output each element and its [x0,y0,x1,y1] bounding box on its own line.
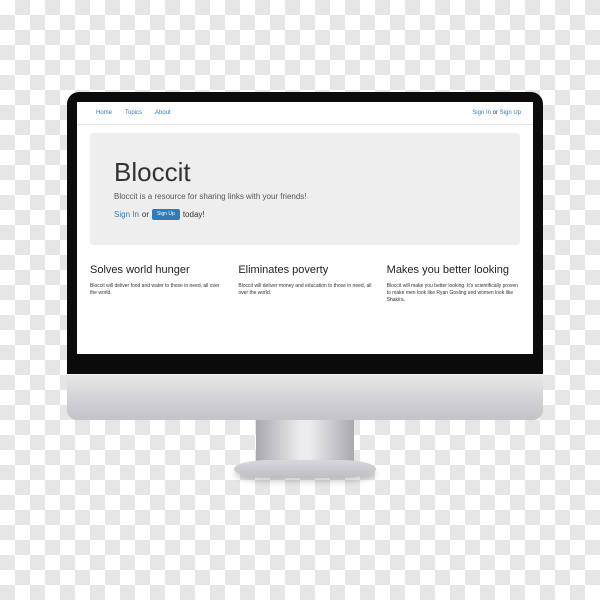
cta-or-text: or [141,210,150,219]
nav-sign-up-link[interactable]: Sign Up [500,110,521,116]
nav-topics-link[interactable]: Topics [125,110,142,116]
feature-columns: Solves world hunger Bloccit will deliver… [90,264,520,304]
cta-today-text: today! [182,210,205,219]
cta-sign-up-button[interactable]: Sign Up [152,209,180,220]
monitor-stand-base [234,460,376,478]
nav-or-text: or [492,110,498,116]
nav-auth: Sign In or Sign Up [472,110,521,116]
feature-text: Bloccit will make you better looking. It… [386,283,518,303]
nav-about-link[interactable]: About [155,110,171,116]
site-tagline: Bloccit is a resource for sharing links … [114,192,307,201]
feature-title: Makes you better looking [386,264,509,276]
top-navbar: Home Topics About Sign In or Sign Up [77,102,533,125]
feature-title: Eliminates poverty [238,264,329,276]
signup-cta: Sign In or Sign Up today! [114,209,205,220]
nav-sign-in-link[interactable]: Sign In [472,110,491,116]
feature-column: Makes you better looking Bloccit will ma… [387,264,520,304]
jumbotron: Bloccit Bloccit is a resource for sharin… [90,133,520,245]
feature-text: Bloccit will deliver food and water to t… [90,283,220,296]
site-title: Bloccit [114,157,191,187]
nav-links: Home Topics About [96,110,171,116]
feature-text: Bloccit will deliver money and education… [238,283,372,296]
feature-column: Solves world hunger Bloccit will deliver… [90,264,223,304]
monitor-screen: Home Topics About Sign In or Sign Up Blo… [77,102,533,354]
nav-home-link[interactable]: Home [96,110,112,116]
feature-column: Eliminates poverty Bloccit will deliver … [238,264,371,304]
cta-sign-in-link[interactable]: Sign In [114,210,139,219]
monitor-chin [67,374,543,420]
feature-title: Solves world hunger [90,264,190,276]
